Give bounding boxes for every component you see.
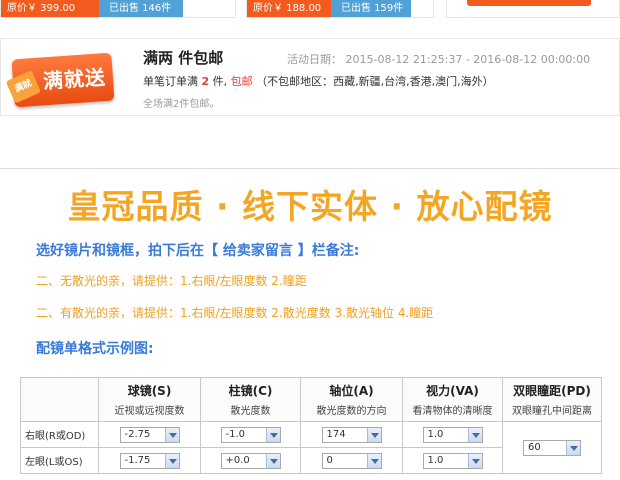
header-title: 柱镜(C)	[228, 384, 273, 398]
cylinder-cell: +0.0	[200, 447, 301, 474]
promo-date-range: 活动日期： 2015-08-12 21:25:37 - 2016-08-12 0…	[287, 53, 591, 66]
promo-condition-mid: 件,	[209, 75, 231, 88]
badge-main-label: 满就送	[42, 65, 107, 94]
promo-title: 满两 件包邮	[143, 49, 224, 67]
promotion-panel: 满就 满就送 满两 件包邮 活动日期： 2015-08-12 21:25:37 …	[0, 38, 620, 116]
header-desc: 散光度数的方向	[316, 406, 387, 417]
chevron-down-icon[interactable]	[164, 453, 179, 468]
va-select[interactable]: 1.0	[422, 426, 483, 443]
sold-count-tag: 已出售 146件	[99, 0, 183, 17]
select-value: 0	[326, 454, 333, 466]
sphere-select[interactable]: -2.75	[119, 426, 180, 443]
original-price-tag: 原价￥ 188.00	[247, 0, 331, 17]
row-label-right-eye: 右眼(R或OD)	[20, 421, 99, 448]
instruction-heading: 选好镜片和镜框，拍下后在【 给卖家留言 】栏备注:	[36, 243, 360, 259]
cylinder-select[interactable]: +0.0	[220, 452, 281, 469]
select-value: 60	[528, 441, 541, 453]
select-value: +0.0	[225, 454, 250, 466]
prescription-table: 球镜(S) 近视或远视度数 柱镜(C) 散光度数 轴位(A) 散光度数的方向 视力(V…	[20, 377, 602, 474]
promo-condition: 单笔订单满 2 件, 包邮 （不包邮地区：西藏,新疆,台湾,香港,澳门,海外）	[143, 73, 494, 89]
header-sphere: 球镜(S) 近视或远视度数	[98, 377, 201, 422]
header-axis: 轴位(A) 散光度数的方向	[300, 377, 403, 422]
chevron-down-icon[interactable]	[566, 440, 580, 455]
chevron-down-icon[interactable]	[467, 453, 482, 468]
cylinder-select[interactable]: -1.0	[220, 426, 281, 443]
select-value: -1.0	[225, 428, 246, 440]
header-title: 视力(VA)	[426, 384, 479, 398]
header-blank	[20, 377, 99, 422]
pd-cell: 60	[502, 421, 602, 474]
axis-cell: 0	[300, 447, 403, 474]
original-price-tag: 原价￥ 399.00	[1, 0, 99, 17]
header-title: 双眼瞳距(PD)	[513, 384, 591, 398]
header-title: 球镜(S)	[127, 384, 172, 398]
example-heading: 配镜单格式示例图:	[36, 341, 154, 357]
axis-select[interactable]: 0	[321, 452, 382, 469]
row-label-left-eye: 左眼(L或OS)	[20, 447, 99, 474]
sphere-cell: -2.75	[98, 421, 201, 448]
chevron-down-icon[interactable]	[366, 427, 381, 442]
promo-condition-prefix: 单笔订单满	[143, 75, 202, 88]
chevron-down-icon[interactable]	[366, 453, 381, 468]
va-cell: 1.0	[402, 421, 503, 448]
product-card[interactable]	[446, 0, 620, 18]
product-card[interactable]: 原价￥ 188.00 已出售 159件	[246, 0, 434, 18]
sphere-select[interactable]: -1.75	[119, 452, 180, 469]
cylinder-cell: -1.0	[200, 421, 301, 448]
header-desc: 散光度数	[230, 406, 271, 417]
chevron-down-icon[interactable]	[467, 427, 482, 442]
header-title: 轴位(A)	[329, 384, 374, 398]
instruction-with-astigmatism: 二、有散光的亲，请提供：1.右眼/左眼度数 2.散光度数 3.散光轴位 4.瞳距	[36, 306, 434, 320]
pd-select[interactable]: 60	[523, 439, 581, 456]
promo-quantity: 2	[201, 75, 210, 88]
promo-note: 全场满2件包邮。	[143, 99, 220, 110]
select-value: -2.75	[124, 428, 151, 440]
va-select[interactable]: 1.0	[422, 452, 483, 469]
badge-shape: 满就 满就送	[5, 52, 115, 108]
axis-select[interactable]: 174	[321, 426, 382, 443]
header-cylinder: 柱镜(C) 散光度数	[200, 377, 301, 422]
chevron-down-icon[interactable]	[265, 453, 280, 468]
table-row: 右眼(R或OD) -2.75 -1.0 174 1.0 60	[20, 421, 602, 474]
header-pd: 双眼瞳距(PD) 双眼瞳孔中间距离	[502, 377, 602, 422]
section-divider	[0, 168, 620, 169]
instruction-no-astigmatism: 二、无散光的亲，请提供：1.右眼/左眼度数 2.瞳距	[36, 274, 307, 288]
banner-headline: 皇冠品质 · 线下实体 · 放心配镜	[67, 187, 553, 226]
header-desc: 双眼瞳孔中间距离	[512, 406, 592, 417]
promo-excluded-regions: （不包邮地区：西藏,新疆,台湾,香港,澳门,海外）	[252, 75, 494, 88]
table-header-row: 球镜(S) 近视或远视度数 柱镜(C) 散光度数 轴位(A) 散光度数的方向 视力(V…	[20, 377, 602, 422]
free-shipping-link[interactable]: 包邮	[231, 75, 253, 88]
axis-cell: 174	[300, 421, 403, 448]
product-card[interactable]: 原价￥ 399.00 已出售 146件	[0, 0, 236, 18]
chevron-down-icon[interactable]	[265, 427, 280, 442]
free-gift-badge: 满就 满就送	[5, 46, 117, 110]
header-desc: 近视或远视度数	[114, 406, 185, 417]
header-va: 视力(VA) 看清物体的清晰度	[402, 377, 503, 422]
sold-count-tag: 已出售 159件	[331, 0, 411, 17]
va-cell: 1.0	[402, 447, 503, 474]
top-product-strip: 原价￥ 399.00 已出售 146件 原价￥ 188.00 已出售 159件	[0, 0, 620, 22]
header-desc: 看清物体的清晰度	[412, 406, 493, 417]
buy-button[interactable]	[467, 0, 591, 6]
select-value: 1.0	[427, 454, 444, 466]
chevron-down-icon[interactable]	[164, 427, 179, 442]
select-value: -1.75	[124, 454, 151, 466]
select-value: 1.0	[427, 428, 444, 440]
select-value: 174	[326, 428, 346, 440]
badge-sub-label: 满就	[5, 70, 42, 104]
sphere-cell: -1.75	[98, 447, 201, 474]
